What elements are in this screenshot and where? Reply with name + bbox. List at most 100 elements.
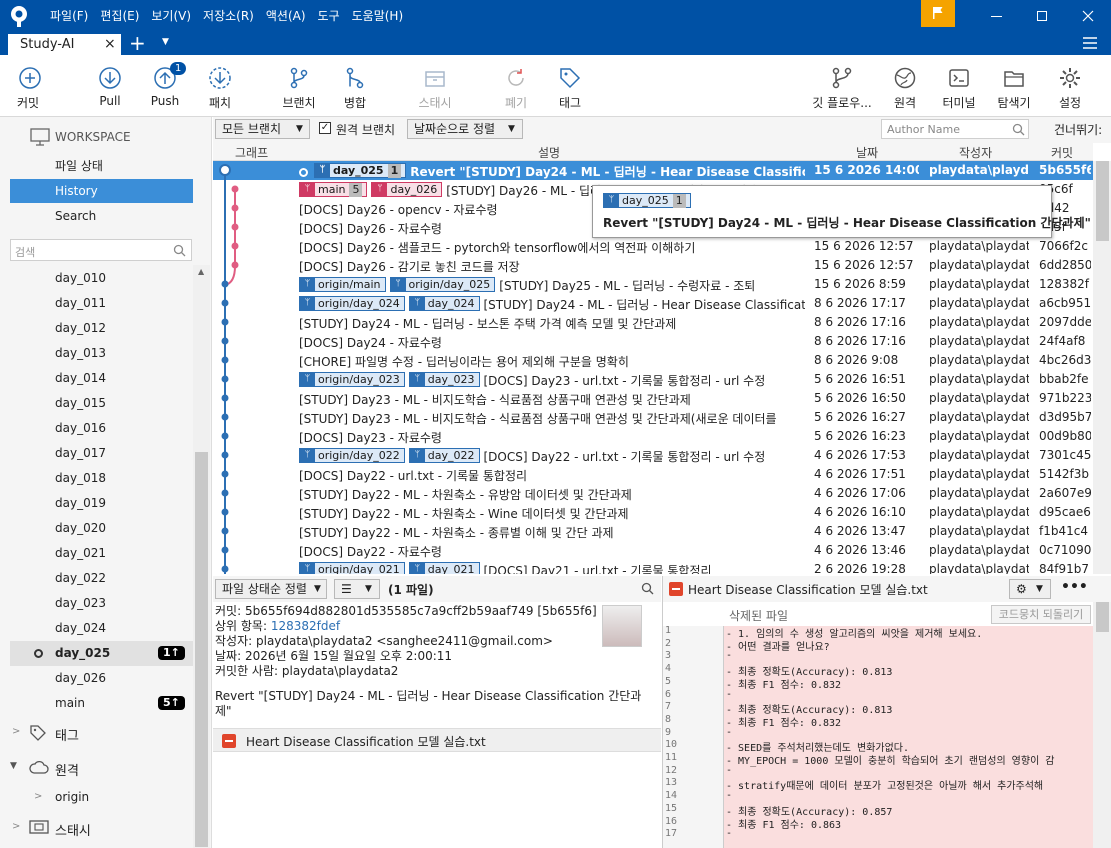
col-description[interactable]: 설명 [538,144,560,161]
log-scrollbar[interactable] [1093,161,1111,574]
sidebar-search-input[interactable]: 검색 [10,239,192,261]
close-window-button[interactable] [1065,0,1111,32]
col-author[interactable]: 작성자 [959,144,992,161]
pull-button[interactable]: Pull [88,55,132,115]
sidebar-branch-day-018[interactable]: day_018 [55,466,106,491]
search-icon[interactable] [641,582,654,595]
branch-label[interactable]: ᛘ day_024 [408,296,480,311]
branch-label[interactable]: ᛘ origin/day_021 [299,562,405,574]
sidebar-branch-day-026[interactable]: day_026 [55,666,106,691]
sidebar-scroll-thumb[interactable] [195,452,208,847]
sidebar-branch-day-010[interactable]: day_010 [55,266,106,291]
branch-label[interactable]: ᛘ day_025 1 [314,163,407,178]
settings-button[interactable]: 설정 [1048,55,1092,115]
branch-button[interactable]: 브랜치 [276,55,322,115]
commit-button[interactable]: 커밋 [5,55,55,115]
tab-close-icon[interactable]: × [104,36,116,52]
diff-scroll-thumb[interactable] [1096,602,1109,632]
commit-row[interactable]: [STUDY] Day22 - ML - 차원축소 - 유방암 데이터셋 및 간… [213,484,1093,503]
diff-scrollbar[interactable] [1093,602,1111,848]
sidebar-branch-day-025[interactable]: day_025 [55,641,110,666]
col-commit[interactable]: 커밋 [1051,144,1073,161]
commit-row[interactable]: [STUDY] Day22 - ML - 차원축소 - Wine 데이터셋 및 … [213,503,1093,522]
diff-options-dropdown[interactable]: ⚙ ▼ [1009,579,1051,599]
scroll-up-icon[interactable]: ▲ [198,267,204,276]
sidebar-branch-day-013[interactable]: day_013 [55,341,106,366]
view-mode-dropdown[interactable]: ☰ ▼ [334,579,380,599]
minimize-button[interactable] [973,0,1019,32]
branch-label[interactable]: ᛘ main 5 [299,182,368,197]
commit-row[interactable]: ᛘ origin/day_023 ᛘ day_023 [DOCS] Day23 - ur… [213,370,1093,389]
commit-row[interactable]: [STUDY] Day23 - ML - 비지도학습 - 식료품점 상품구매 연… [213,389,1093,408]
log-scroll-thumb[interactable] [1096,161,1109,241]
notification-flag-button[interactable] [921,0,955,27]
sidebar-item-history[interactable]: History [10,179,193,203]
menu-repository[interactable]: 저장소(R) [197,0,260,32]
commit-row[interactable]: ᛘ origin/day_021 ᛘ day_021 [DOCS] Day21 - ur… [213,560,1093,574]
new-tab-icon[interactable]: + [129,32,146,54]
revert-hunk-button[interactable]: 코드뭉치 되돌리기 [991,605,1091,624]
sidebar-branch-day-021[interactable]: day_021 [55,541,106,566]
branch-label[interactable]: ᛘ origin/day_023 [299,372,405,387]
menu-view[interactable]: 보기(V) [145,0,197,32]
branch-label[interactable]: ᛘ day_021 [408,562,480,574]
sidebar-branch-day-019[interactable]: day_019 [55,491,106,516]
sort-dropdown[interactable]: 날짜순으로 정렬 ▼ [407,119,523,139]
tag-button[interactable]: 태그 [548,55,592,115]
commit-row[interactable]: ᛘ origin/main ᛘ origin/day_025 [STUDY] Day25… [213,275,1093,294]
commit-row[interactable]: [DOCS] Day22 - 자료수령 4 6 2026 13:46 playdat… [213,541,1093,560]
menu-tools[interactable]: 도구 [312,0,346,32]
sidebar-branch-day-023[interactable]: day_023 [55,591,106,616]
push-button[interactable]: 1 Push [143,55,187,115]
sidebar-branch-main[interactable]: main [55,691,85,716]
commit-row[interactable]: ᛘ day_025 1 Revert "[STUDY] Day24 - ML - 딥러… [213,161,1093,180]
parent-commit-link[interactable]: 128382fdef [271,619,340,633]
branch-label[interactable]: ᛘ day_026 [371,182,443,197]
sidebar-branch-day-014[interactable]: day_014 [55,366,106,391]
branches-filter-dropdown[interactable]: 모든 브랜치 ▼ [215,119,310,139]
commit-row[interactable]: [DOCS] Day26 - 감기로 놓친 코드를 저장 15 6 2026 12… [213,256,1093,275]
more-options-icon[interactable]: ••• [1061,579,1088,595]
terminal-button[interactable]: 터미널 [936,55,982,115]
commit-row[interactable]: ᛘ origin/day_024 ᛘ day_024 [STUDY] Day24 - M… [213,294,1093,313]
commit-row[interactable]: [DOCS] Day22 - url.txt - 기록물 통합정리 4 6 202… [213,465,1093,484]
col-date[interactable]: 날짜 [856,144,878,161]
menu-edit[interactable]: 편집(E) [94,0,145,32]
tab-list-chevron-icon[interactable]: ▼ [162,37,169,47]
sidebar-branch-day-022[interactable]: day_022 [55,566,106,591]
branch-label[interactable]: ᛘ day_022 [408,448,480,463]
commit-row[interactable]: [DOCS] Day26 - 샘플코드 - pytorch와 tensorflo… [213,237,1093,256]
menu-actions[interactable]: 액션(A) [260,0,312,32]
commit-row[interactable]: [DOCS] Day23 - 자료수령 5 6 2026 16:23 playdat… [213,427,1093,446]
col-graph[interactable]: 그래프 [235,144,268,161]
branch-label[interactable]: ᛘ origin/day_025 [389,277,496,292]
stash-button[interactable]: 스태시 [410,55,460,115]
sidebar-scrollbar[interactable]: ▲ [193,265,210,848]
menu-help[interactable]: 도움말(H) [346,0,410,32]
branch-label[interactable]: ᛘ origin/day_022 [299,448,405,463]
tab-study-ai[interactable]: Study-AI × [8,32,121,55]
sidebar-branch-day-017[interactable]: day_017 [55,441,106,466]
commit-row[interactable]: [DOCS] Day24 - 자료수령 8 6 2026 17:16 playdat… [213,332,1093,351]
sidebar-branch-day-024[interactable]: day_024 [55,616,106,641]
author-search-input[interactable]: Author Name [881,119,1029,139]
commit-row[interactable]: [STUDY] Day23 - ML - 비지도학습 - 식료품점 상품구매 연… [213,408,1093,427]
explorer-button[interactable]: 탐색기 [991,55,1037,115]
sidebar-branch-day-016[interactable]: day_016 [55,416,106,441]
commit-row[interactable]: [CHORE] 파일명 수정 - 딥러닝이라는 용어 제외해 구분을 명확히 8 … [213,351,1093,370]
sidebar-item-file-status[interactable]: 파일 상태 [10,154,193,178]
remote-button[interactable]: 원격 [883,55,927,115]
fetch-button[interactable]: 패치 [198,55,242,115]
merge-button[interactable]: 병합 [333,55,377,115]
changed-file-row[interactable]: Heart Disease Classification 모델 실습.txt [213,728,661,752]
commit-row[interactable]: ᛘ origin/day_022 ᛘ day_022 [DOCS] Day22 - ur… [213,446,1093,465]
file-sort-dropdown[interactable]: 파일 상태순 정렬 ▼ [215,579,327,599]
commit-row[interactable]: [STUDY] Day24 - ML - 딥러닝 - 보스톤 주택 가격 예측 … [213,313,1093,332]
sidebar-branch-day-020[interactable]: day_020 [55,516,106,541]
menu-file[interactable]: 파일(F) [44,0,94,32]
sidebar-branch-day-012[interactable]: day_012 [55,316,106,341]
sidebar-branch-day-011[interactable]: day_011 [55,291,106,316]
branch-label[interactable]: ᛘ day_023 [408,372,480,387]
discard-button[interactable]: 폐기 [494,55,538,115]
branch-label[interactable]: ᛘ origin/main [299,277,386,292]
